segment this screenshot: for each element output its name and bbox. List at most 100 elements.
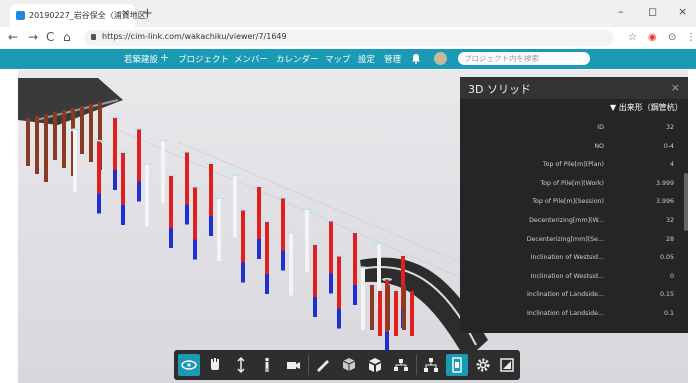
reload-icon[interactable]: C — [46, 30, 54, 44]
pile-cluster[interactable] — [378, 291, 382, 336]
pile-blue[interactable] — [265, 274, 269, 294]
pile-red[interactable] — [329, 221, 333, 274]
avatar[interactable] — [434, 52, 447, 65]
pile-brown[interactable] — [89, 104, 93, 162]
pile-red[interactable] — [185, 152, 189, 205]
pile-brown[interactable] — [80, 106, 84, 154]
pile-blue[interactable] — [257, 239, 261, 259]
pile-cluster[interactable] — [370, 285, 374, 330]
pile-red[interactable] — [97, 141, 101, 194]
pile-cluster[interactable] — [386, 285, 390, 330]
pile-white[interactable] — [145, 164, 149, 227]
properties-button[interactable] — [446, 354, 468, 376]
pile-blue[interactable] — [193, 239, 197, 260]
nav-item-admin[interactable]: 管理 — [384, 53, 401, 65]
pile-cluster[interactable] — [410, 291, 414, 336]
pile-blue[interactable] — [97, 193, 101, 214]
pile-brown[interactable] — [44, 114, 48, 182]
pile-red[interactable] — [353, 233, 357, 285]
pile-red[interactable] — [241, 210, 245, 263]
pile-blue[interactable] — [329, 273, 333, 294]
section-tool-button[interactable] — [338, 354, 360, 376]
zoom-tool-button[interactable] — [230, 354, 252, 376]
tab-close-icon[interactable]: × — [122, 8, 130, 19]
pile-cluster[interactable] — [394, 291, 398, 336]
minimize-icon[interactable]: – — [618, 5, 624, 18]
pile-blue[interactable] — [337, 308, 341, 329]
walk-tool-button[interactable] — [256, 354, 278, 376]
close-icon[interactable]: × — [671, 81, 680, 94]
tab-title: 20190227_岩谷保全（浦賀地区） — [29, 11, 154, 20]
profile-icon[interactable]: ⊙ — [668, 32, 676, 43]
search-input[interactable]: プロジェクト内を検索 — [458, 52, 590, 65]
model-browser-button[interactable] — [390, 354, 412, 376]
property-key: Inclination of Landside... — [526, 291, 604, 299]
address-input[interactable]: https://cim-link.com/wakachiku/viewer/7/… — [84, 30, 614, 46]
nav-item-map[interactable]: マップ — [325, 53, 351, 65]
bookmark-star-icon[interactable]: ☆ — [628, 32, 637, 43]
pile-blue[interactable] — [121, 205, 125, 225]
pile-blue[interactable] — [241, 262, 245, 283]
explode-tool-button[interactable] — [364, 354, 386, 376]
close-window-icon[interactable]: × — [678, 5, 687, 18]
nav-item-project[interactable]: プロジェクト — [178, 53, 229, 65]
forward-icon[interactable]: → — [28, 30, 38, 44]
pile-red[interactable] — [337, 256, 341, 309]
extension-icon[interactable]: ◉ — [648, 32, 657, 43]
pile-blue[interactable] — [353, 285, 357, 305]
pile-brown[interactable] — [26, 118, 30, 166]
pile-red[interactable] — [169, 176, 173, 228]
pile-blue[interactable] — [113, 170, 117, 190]
property-row: Inclination of Westsid... 0.05 — [460, 249, 682, 268]
pile-brown[interactable] — [35, 116, 39, 174]
pile-red[interactable] — [313, 245, 317, 297]
pile-red[interactable] — [193, 187, 197, 240]
pile-red[interactable] — [281, 198, 285, 251]
pile-white[interactable] — [233, 175, 237, 238]
maximize-icon[interactable]: ◻ — [648, 5, 657, 18]
nav-item-calendar[interactable]: カレンダー — [276, 53, 319, 65]
pile-white[interactable] — [289, 233, 293, 296]
pile-white[interactable] — [73, 130, 77, 192]
new-tab-icon[interactable]: + — [142, 7, 153, 20]
pile-red[interactable] — [265, 222, 269, 274]
browser-tab[interactable]: 20190227_岩谷保全（浦賀地区） × — [10, 4, 154, 27]
section-header[interactable]: ▼ 出来形（鋼管杭） — [610, 102, 683, 113]
pile-red[interactable] — [209, 164, 213, 216]
back-icon[interactable]: ← — [8, 30, 18, 44]
pile-blue[interactable] — [209, 216, 213, 236]
pile-brown[interactable] — [53, 112, 57, 160]
camera-tool-button[interactable] — [282, 354, 304, 376]
nav-item-members[interactable]: メンバー — [234, 53, 268, 65]
add-icon[interactable]: + — [160, 51, 169, 64]
settings-button[interactable] — [472, 354, 494, 376]
pile-white[interactable] — [361, 268, 365, 330]
pile-white[interactable] — [217, 199, 221, 261]
pile-white[interactable] — [161, 141, 165, 203]
menu-icon[interactable]: ⋮ — [686, 32, 696, 43]
brand-link[interactable]: 若築建設 — [124, 53, 158, 65]
pile-red[interactable] — [113, 118, 117, 170]
pan-tool-button[interactable] — [204, 354, 226, 376]
pile-blue[interactable] — [385, 331, 389, 352]
fullscreen-button[interactable] — [496, 354, 518, 376]
pile-cluster[interactable] — [402, 285, 406, 330]
pile-brown[interactable] — [62, 110, 66, 168]
nav-item-settings[interactable]: 設定 — [358, 53, 375, 65]
pile-white[interactable] — [305, 210, 309, 272]
pile-blue[interactable] — [169, 228, 173, 248]
measure-tool-button[interactable] — [312, 354, 334, 376]
pile-red[interactable] — [257, 187, 261, 239]
bell-icon[interactable] — [411, 53, 421, 64]
pier-deck-slab — [18, 78, 123, 125]
pile-red[interactable] — [121, 153, 125, 205]
hierarchy-button[interactable] — [420, 354, 442, 376]
pile-blue[interactable] — [185, 204, 189, 225]
orbit-tool-button[interactable] — [178, 354, 200, 376]
home-icon[interactable]: ⌂ — [63, 30, 71, 44]
panel-scrollbar[interactable] — [684, 173, 688, 231]
pile-blue[interactable] — [313, 297, 317, 317]
pile-red[interactable] — [137, 129, 141, 182]
pile-blue[interactable] — [137, 181, 141, 202]
pile-blue[interactable] — [281, 250, 285, 271]
